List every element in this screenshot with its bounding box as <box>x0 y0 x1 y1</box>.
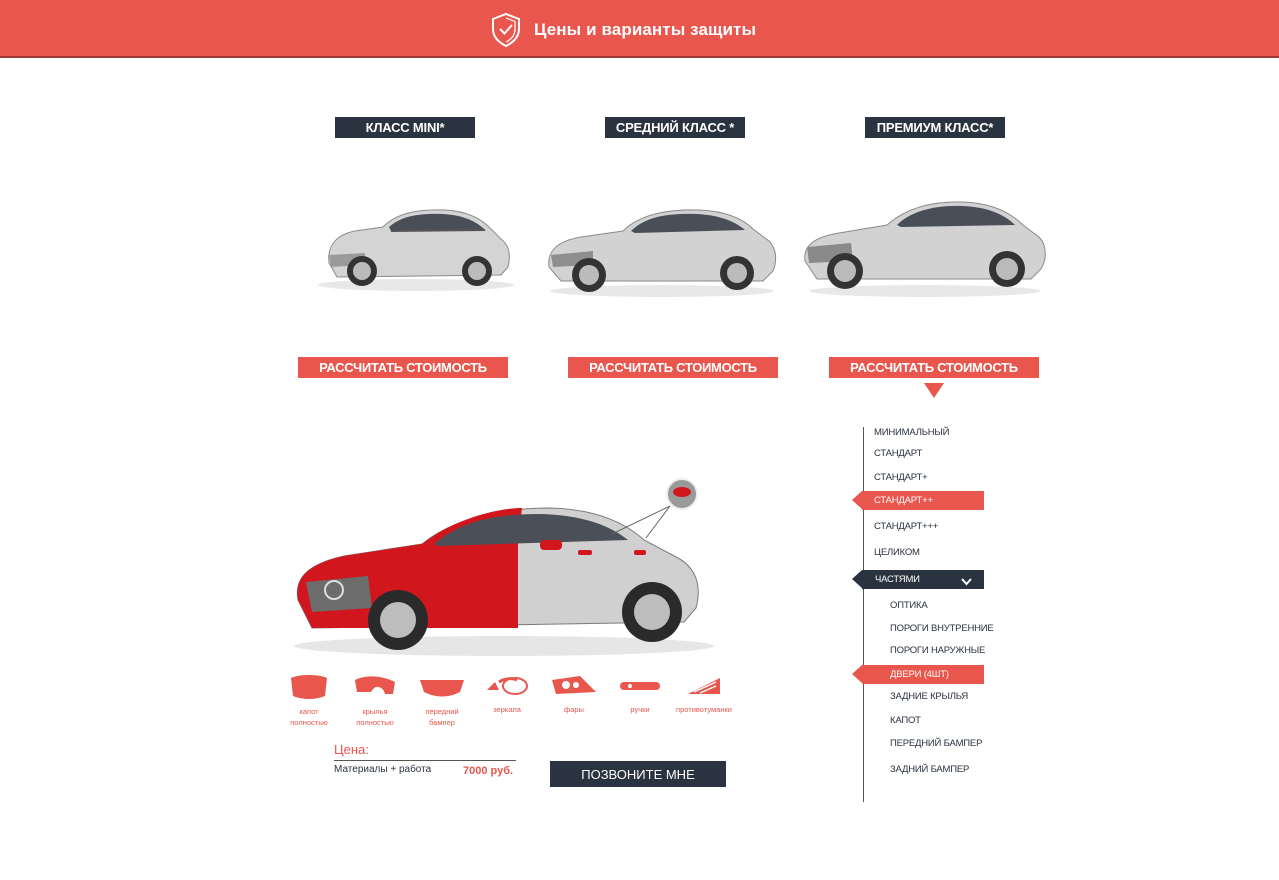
header-bar: Цены и варианты защиты <box>0 0 1279 58</box>
car-image-premium <box>801 181 1049 301</box>
submenu-item-hood[interactable]: КАПОТ <box>890 715 921 726</box>
submenu-item-rear-fenders[interactable]: ЗАДНИЕ КРЫЛЬЯ <box>890 691 968 702</box>
part-label-front-bumper: передний бампер <box>425 707 459 727</box>
part-label-mirrors: зеркала <box>493 705 521 714</box>
car-image-middle <box>541 185 783 301</box>
mirror-icon <box>472 672 542 700</box>
price-divider <box>334 760 516 761</box>
calc-button-mini[interactable]: РАССЧИТАТЬ СТОИМОСТЬ <box>298 357 508 378</box>
submenu-item-optics[interactable]: ОПТИКА <box>890 600 928 611</box>
car-image-mini <box>305 183 527 295</box>
part-label-headlights: фары <box>564 705 584 714</box>
menu-item-label: СТАНДАРТ++ <box>874 495 933 506</box>
submenu-item-inner-sills[interactable]: ПОРОГИ ВНУТРЕННИЕ <box>890 623 994 634</box>
menu-item-by-parts[interactable]: ЧАСТЯМИ <box>852 570 984 589</box>
call-me-button[interactable]: ПОЗВОНИТЕ МНЕ <box>550 761 726 787</box>
submenu-item-front-bumper[interactable]: ПЕРЕДНИЙ БАМПЕР <box>890 738 982 749</box>
menu-item-label: ЧАСТЯМИ <box>875 574 920 585</box>
submenu-item-rear-bumper[interactable]: ЗАДНИЙ БАМПЕР <box>890 764 969 775</box>
part-fog-lights[interactable]: противотуманки <box>669 672 739 715</box>
hood-icon <box>274 672 344 702</box>
menu-divider <box>863 427 864 802</box>
fender-icon <box>340 672 410 702</box>
class-label-middle: СРЕДНИЙ КЛАСС * <box>605 117 745 138</box>
menu-item-standard-plus-plus[interactable]: СТАНДАРТ++ <box>852 491 984 510</box>
price-title: Цена: <box>334 742 369 757</box>
submenu-item-doors[interactable]: ДВЕРИ (4ШТ) <box>852 665 984 684</box>
part-headlights[interactable]: фары <box>539 672 609 715</box>
chevron-down-icon <box>961 574 972 593</box>
selected-pointer-icon <box>924 383 944 398</box>
active-arrow-icon <box>852 570 862 588</box>
part-mirrors[interactable]: зеркала <box>472 672 542 715</box>
page-title: Цены и варианты защиты <box>534 20 757 39</box>
calc-button-premium[interactable]: РАССЧИТАТЬ СТОИМОСТЬ <box>829 357 1039 378</box>
price-description: Материалы + работа <box>334 764 432 775</box>
front-bumper-icon <box>407 672 477 702</box>
headlight-icon <box>539 672 609 700</box>
part-label-fog-lights: противотуманки <box>676 705 732 714</box>
part-front-bumper[interactable]: передний бампер <box>407 672 477 728</box>
class-label-premium: ПРЕМИУМ КЛАСС* <box>865 117 1005 138</box>
class-label-mini: КЛАСС MINI* <box>335 117 475 138</box>
submenu-item-label: ДВЕРИ (4ШТ) <box>890 669 949 680</box>
part-fenders[interactable]: крылья полностью <box>340 672 410 728</box>
menu-item-minimal[interactable]: МИНИМАЛЬНЫЙ <box>874 427 949 438</box>
part-label-handles: ручки <box>630 705 650 714</box>
submenu-item-outer-sills[interactable]: ПОРОГИ НАРУЖНЫЕ <box>890 645 985 656</box>
active-arrow-icon <box>852 491 862 509</box>
car-preview-image <box>282 432 726 662</box>
menu-item-standard-plus-plus-plus[interactable]: СТАНДАРТ+++ <box>874 521 938 532</box>
menu-item-standard[interactable]: СТАНДАРТ <box>874 448 922 459</box>
page: Цены и варианты защиты КЛАСС MINI* СРЕДН… <box>0 0 1279 880</box>
shield-check-icon <box>490 12 522 48</box>
price-value: 7000 руб. <box>463 765 514 777</box>
fog-light-icon <box>669 672 739 700</box>
part-hood[interactable]: капот полностью <box>274 672 344 728</box>
part-label-hood: капот полностью <box>290 707 328 727</box>
calc-button-middle[interactable]: РАССЧИТАТЬ СТОИМОСТЬ <box>568 357 778 378</box>
menu-item-whole[interactable]: ЦЕЛИКОМ <box>874 547 920 558</box>
part-label-fenders: крылья полностью <box>356 707 394 727</box>
header-content: Цены и варианты защиты <box>490 12 756 48</box>
door-handle-icon <box>605 672 675 700</box>
menu-item-standard-plus[interactable]: СТАНДАРТ+ <box>874 472 928 483</box>
active-arrow-icon <box>852 665 862 683</box>
part-handles[interactable]: ручки <box>605 672 675 715</box>
